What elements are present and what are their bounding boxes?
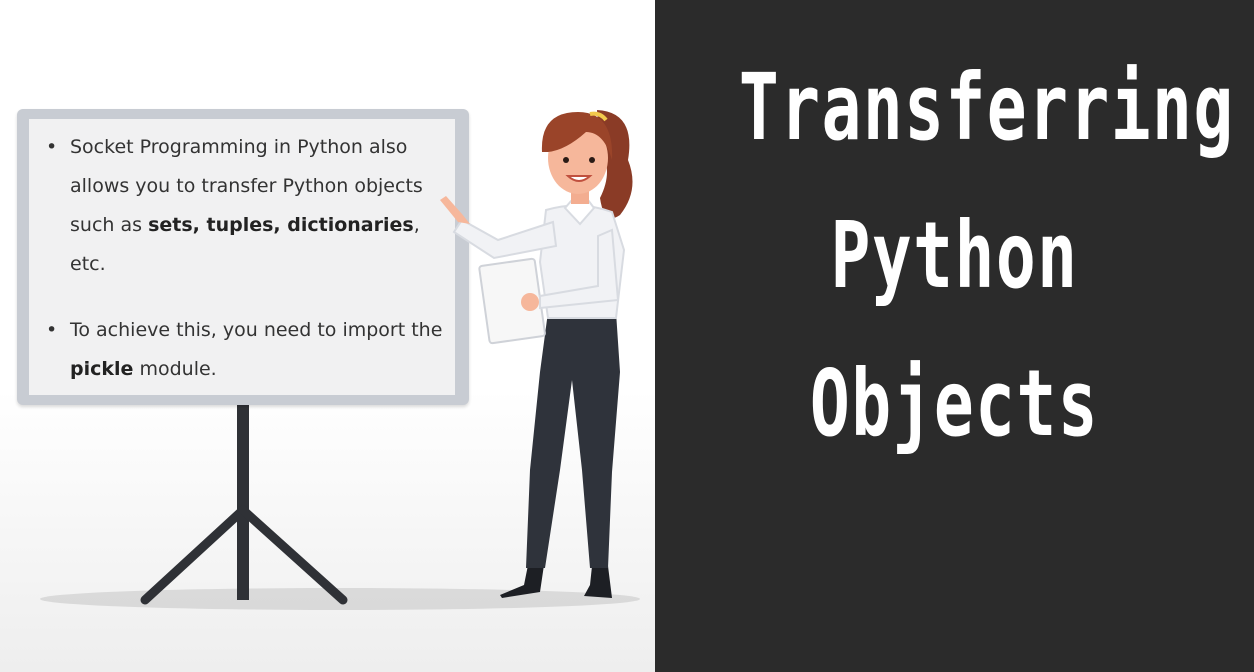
- title-line-1: Transferring: [738, 54, 1235, 161]
- title-line-2: Python: [830, 202, 1079, 309]
- title-line-3: Objects: [809, 350, 1100, 457]
- illustration-panel: • Socket Programming in Python also allo…: [0, 0, 655, 672]
- presenter-woman-illustration: [440, 110, 633, 598]
